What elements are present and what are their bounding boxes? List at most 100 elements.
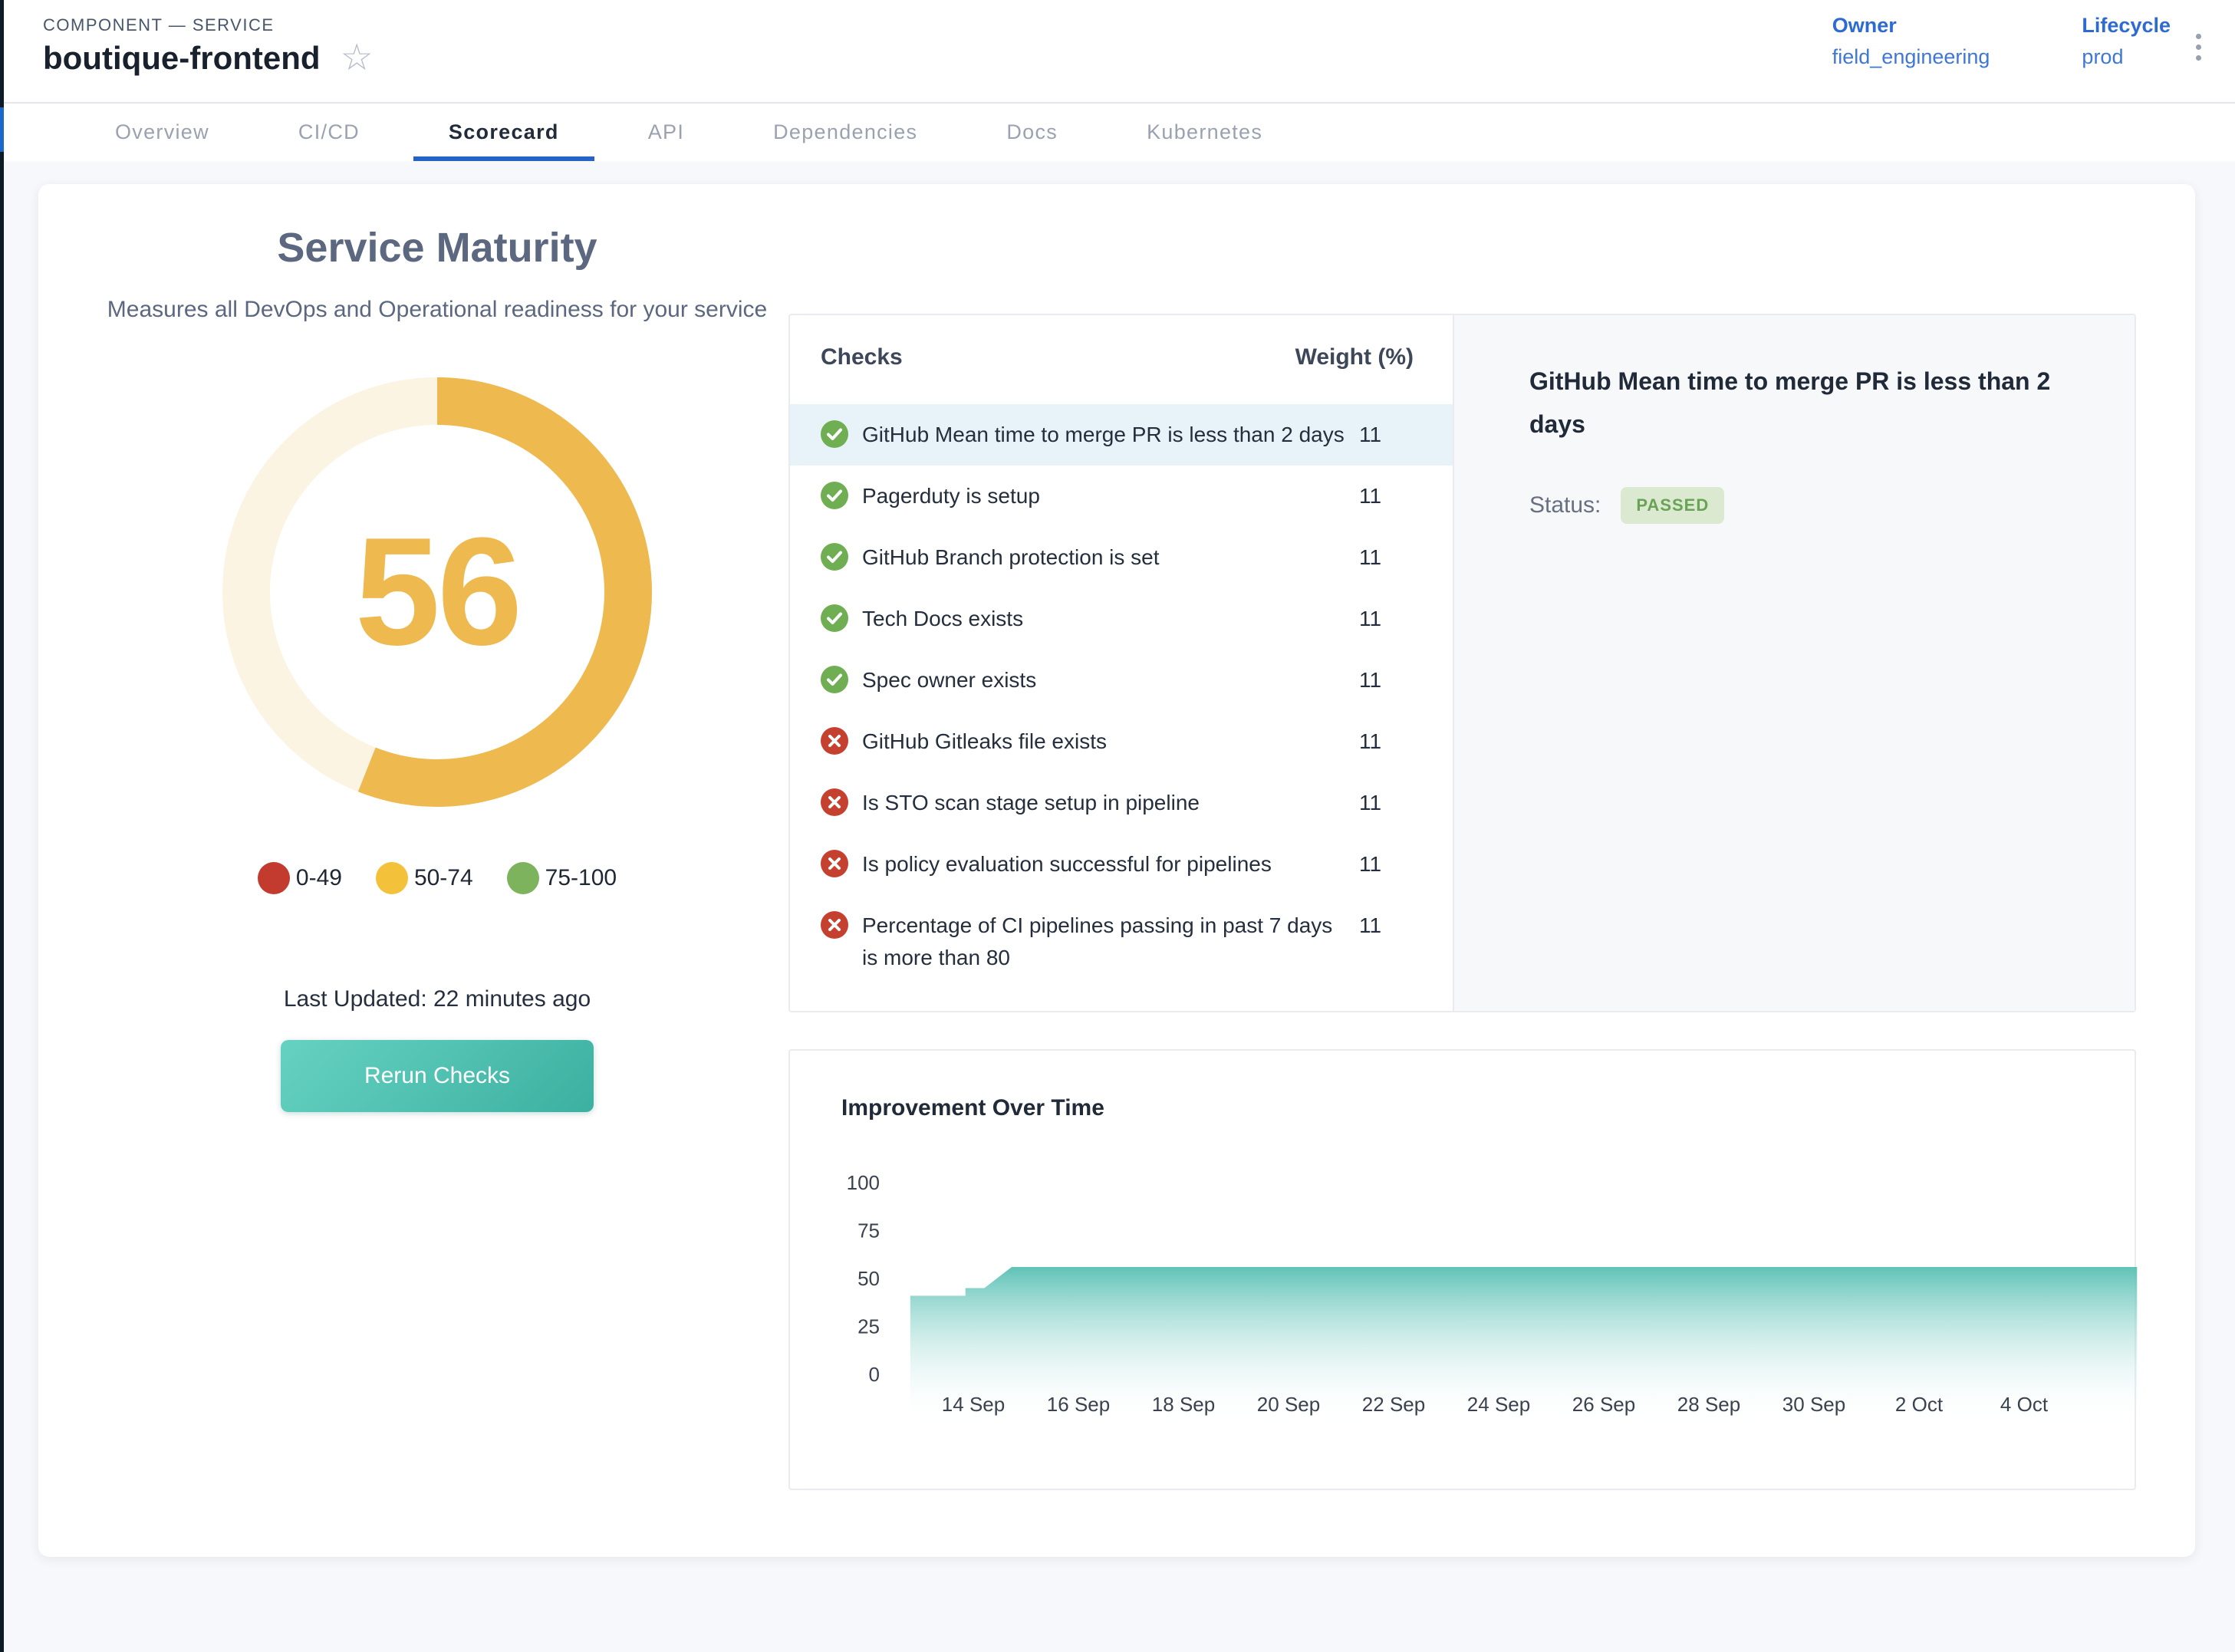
check-weight: 11: [1359, 541, 1453, 574]
scorecard-card: Service Maturity Measures all DevOps and…: [38, 184, 2195, 1557]
status-label: Status:: [1529, 492, 1601, 518]
check-status-icon: [821, 543, 848, 571]
tab-label: Docs: [1006, 120, 1058, 144]
check-detail-panel: GitHub Mean time to merge PR is less tha…: [1453, 315, 2135, 1011]
check-row[interactable]: Percentage of CI pipelines passing in pa…: [790, 895, 1453, 989]
check-status-icon: [821, 420, 848, 448]
lifecycle-label: Lifecycle: [2082, 14, 2171, 38]
check-row[interactable]: GitHub Gitleaks file exists 11: [790, 711, 1453, 772]
check-row[interactable]: Is policy evaluation successful for pipe…: [790, 834, 1453, 895]
tab-api[interactable]: API: [604, 104, 729, 161]
svg-text:24 Sep: 24 Sep: [1467, 1393, 1530, 1416]
window-left-edge: [0, 0, 4, 1652]
legend-dot: [258, 862, 290, 894]
tab-dependencies[interactable]: Dependencies: [729, 104, 962, 161]
favorite-star-icon[interactable]: ☆: [341, 40, 374, 77]
improvement-area-chart: 100 75 50 25 0 14 Sep 16 Sep 18 Sep 20 Sep 22 Se…: [790, 1051, 2138, 1492]
legend-label: 75-100: [545, 865, 617, 891]
check-label: Tech Docs exists: [862, 603, 1345, 635]
svg-text:16 Sep: 16 Sep: [1047, 1393, 1110, 1416]
check-status-icon: [821, 911, 848, 939]
check-label: GitHub Gitleaks file exists: [862, 726, 1345, 758]
check-status-icon: [821, 666, 848, 693]
check-status-icon: [821, 788, 848, 816]
svg-text:14 Sep: 14 Sep: [942, 1393, 1005, 1416]
service-maturity-section: Service Maturity Measures all DevOps and…: [54, 184, 821, 1112]
lifecycle-value: prod: [2082, 45, 2171, 69]
check-weight: 11: [1359, 419, 1453, 451]
check-label: Is STO scan stage setup in pipeline: [862, 787, 1345, 819]
check-weight: 11: [1359, 480, 1453, 512]
check-weight: 11: [1359, 787, 1453, 819]
svg-text:26 Sep: 26 Sep: [1572, 1393, 1635, 1416]
checks-column-header: Checks: [821, 344, 903, 370]
check-label: GitHub Branch protection is set: [862, 541, 1345, 574]
breadcrumb: COMPONENT — SERVICE: [43, 15, 275, 35]
last-updated-text: Last Updated: 22 minutes ago: [54, 986, 821, 1012]
check-weight: 11: [1359, 848, 1453, 880]
check-label: Is policy evaluation successful for pipe…: [862, 848, 1345, 880]
svg-text:18 Sep: 18 Sep: [1152, 1393, 1215, 1416]
legend-item: 50-74: [376, 862, 473, 894]
check-label: Pagerduty is setup: [862, 480, 1345, 512]
check-row[interactable]: Pagerduty is setup 11: [790, 466, 1453, 527]
weight-column-header: Weight (%): [1295, 344, 1414, 370]
page-title: boutique-frontend: [43, 40, 321, 77]
legend-dot: [507, 862, 539, 894]
svg-text:25: 25: [857, 1315, 880, 1338]
check-row[interactable]: Spec owner exists 11: [790, 650, 1453, 711]
svg-text:20 Sep: 20 Sep: [1257, 1393, 1320, 1416]
legend-label: 50-74: [414, 865, 473, 891]
check-detail-title: GitHub Mean time to merge PR is less tha…: [1529, 360, 2065, 446]
check-label: Spec owner exists: [862, 664, 1345, 696]
svg-text:2 Oct: 2 Oct: [1895, 1393, 1944, 1416]
tab-label: Scorecard: [449, 120, 559, 144]
check-row[interactable]: Tech Docs exists 11: [790, 588, 1453, 650]
svg-text:75: 75: [857, 1219, 880, 1242]
svg-text:100: 100: [847, 1171, 880, 1194]
improvement-chart-card: Improvement Over Time 1007550250 14 Sep1…: [788, 1049, 2136, 1490]
tabs: OverviewCI/CD Scorecard API Dependencies Doc…: [0, 104, 2235, 161]
check-row[interactable]: Is STO scan stage setup in pipeline 11: [790, 772, 1453, 834]
check-weight: 11: [1359, 910, 1453, 942]
svg-text:28 Sep: 28 Sep: [1677, 1393, 1740, 1416]
window-left-edge-accent: [0, 107, 4, 152]
scorecard-title: Service Maturity: [54, 224, 821, 271]
check-label: GitHub Mean time to merge PR is less tha…: [862, 419, 1345, 451]
svg-text:0: 0: [869, 1363, 880, 1386]
check-row[interactable]: GitHub Branch protection is set 11: [790, 527, 1453, 588]
tab-ci-cd[interactable]: CI/CD: [254, 104, 404, 161]
owner-value-link[interactable]: field_engineering: [1832, 45, 1990, 69]
check-status-icon: [821, 604, 848, 632]
score-value: 56: [222, 377, 652, 807]
svg-text:30 Sep: 30 Sep: [1782, 1393, 1845, 1416]
check-weight: 11: [1359, 726, 1453, 758]
scorecard-subtitle: Measures all DevOps and Operational read…: [100, 291, 775, 328]
tab-kubernetes[interactable]: Kubernetes: [1102, 104, 1307, 161]
legend-label: 0-49: [296, 865, 342, 891]
tab-label: API: [648, 120, 684, 144]
check-status-icon: [821, 482, 848, 509]
checks-list: Checks Weight (%) GitHub Mean time to me…: [790, 315, 1453, 1011]
tab-scorecard[interactable]: Scorecard: [404, 104, 604, 161]
check-status-icon: [821, 850, 848, 877]
check-status-icon: [821, 727, 848, 755]
legend-item: 0-49: [258, 862, 342, 894]
score-legend: 0-49 50-74 75-100: [54, 862, 821, 894]
svg-text:4 Oct: 4 Oct: [2000, 1393, 2049, 1416]
check-label: Percentage of CI pipelines passing in pa…: [862, 910, 1345, 974]
legend-dot: [376, 862, 408, 894]
score-gauge: 56: [222, 377, 652, 807]
checks-panel: Checks Weight (%) GitHub Mean time to me…: [788, 314, 2136, 1012]
tab-overview[interactable]: Overview: [71, 104, 254, 161]
scorecard-page: COMPONENT — SERVICE boutique-frontend ☆ …: [0, 0, 2235, 1652]
entity-header: COMPONENT — SERVICE boutique-frontend ☆ …: [0, 0, 2235, 104]
tab-docs[interactable]: Docs: [962, 104, 1102, 161]
svg-text:22 Sep: 22 Sep: [1362, 1393, 1425, 1416]
svg-text:50: 50: [857, 1267, 880, 1290]
y-axis-labels: 100 75 50 25 0: [847, 1171, 880, 1386]
tab-label: Dependencies: [773, 120, 917, 144]
more-options-kebab-icon[interactable]: [2190, 28, 2207, 67]
check-row[interactable]: GitHub Mean time to merge PR is less tha…: [790, 404, 1453, 466]
rerun-checks-button[interactable]: Rerun Checks: [281, 1040, 594, 1112]
